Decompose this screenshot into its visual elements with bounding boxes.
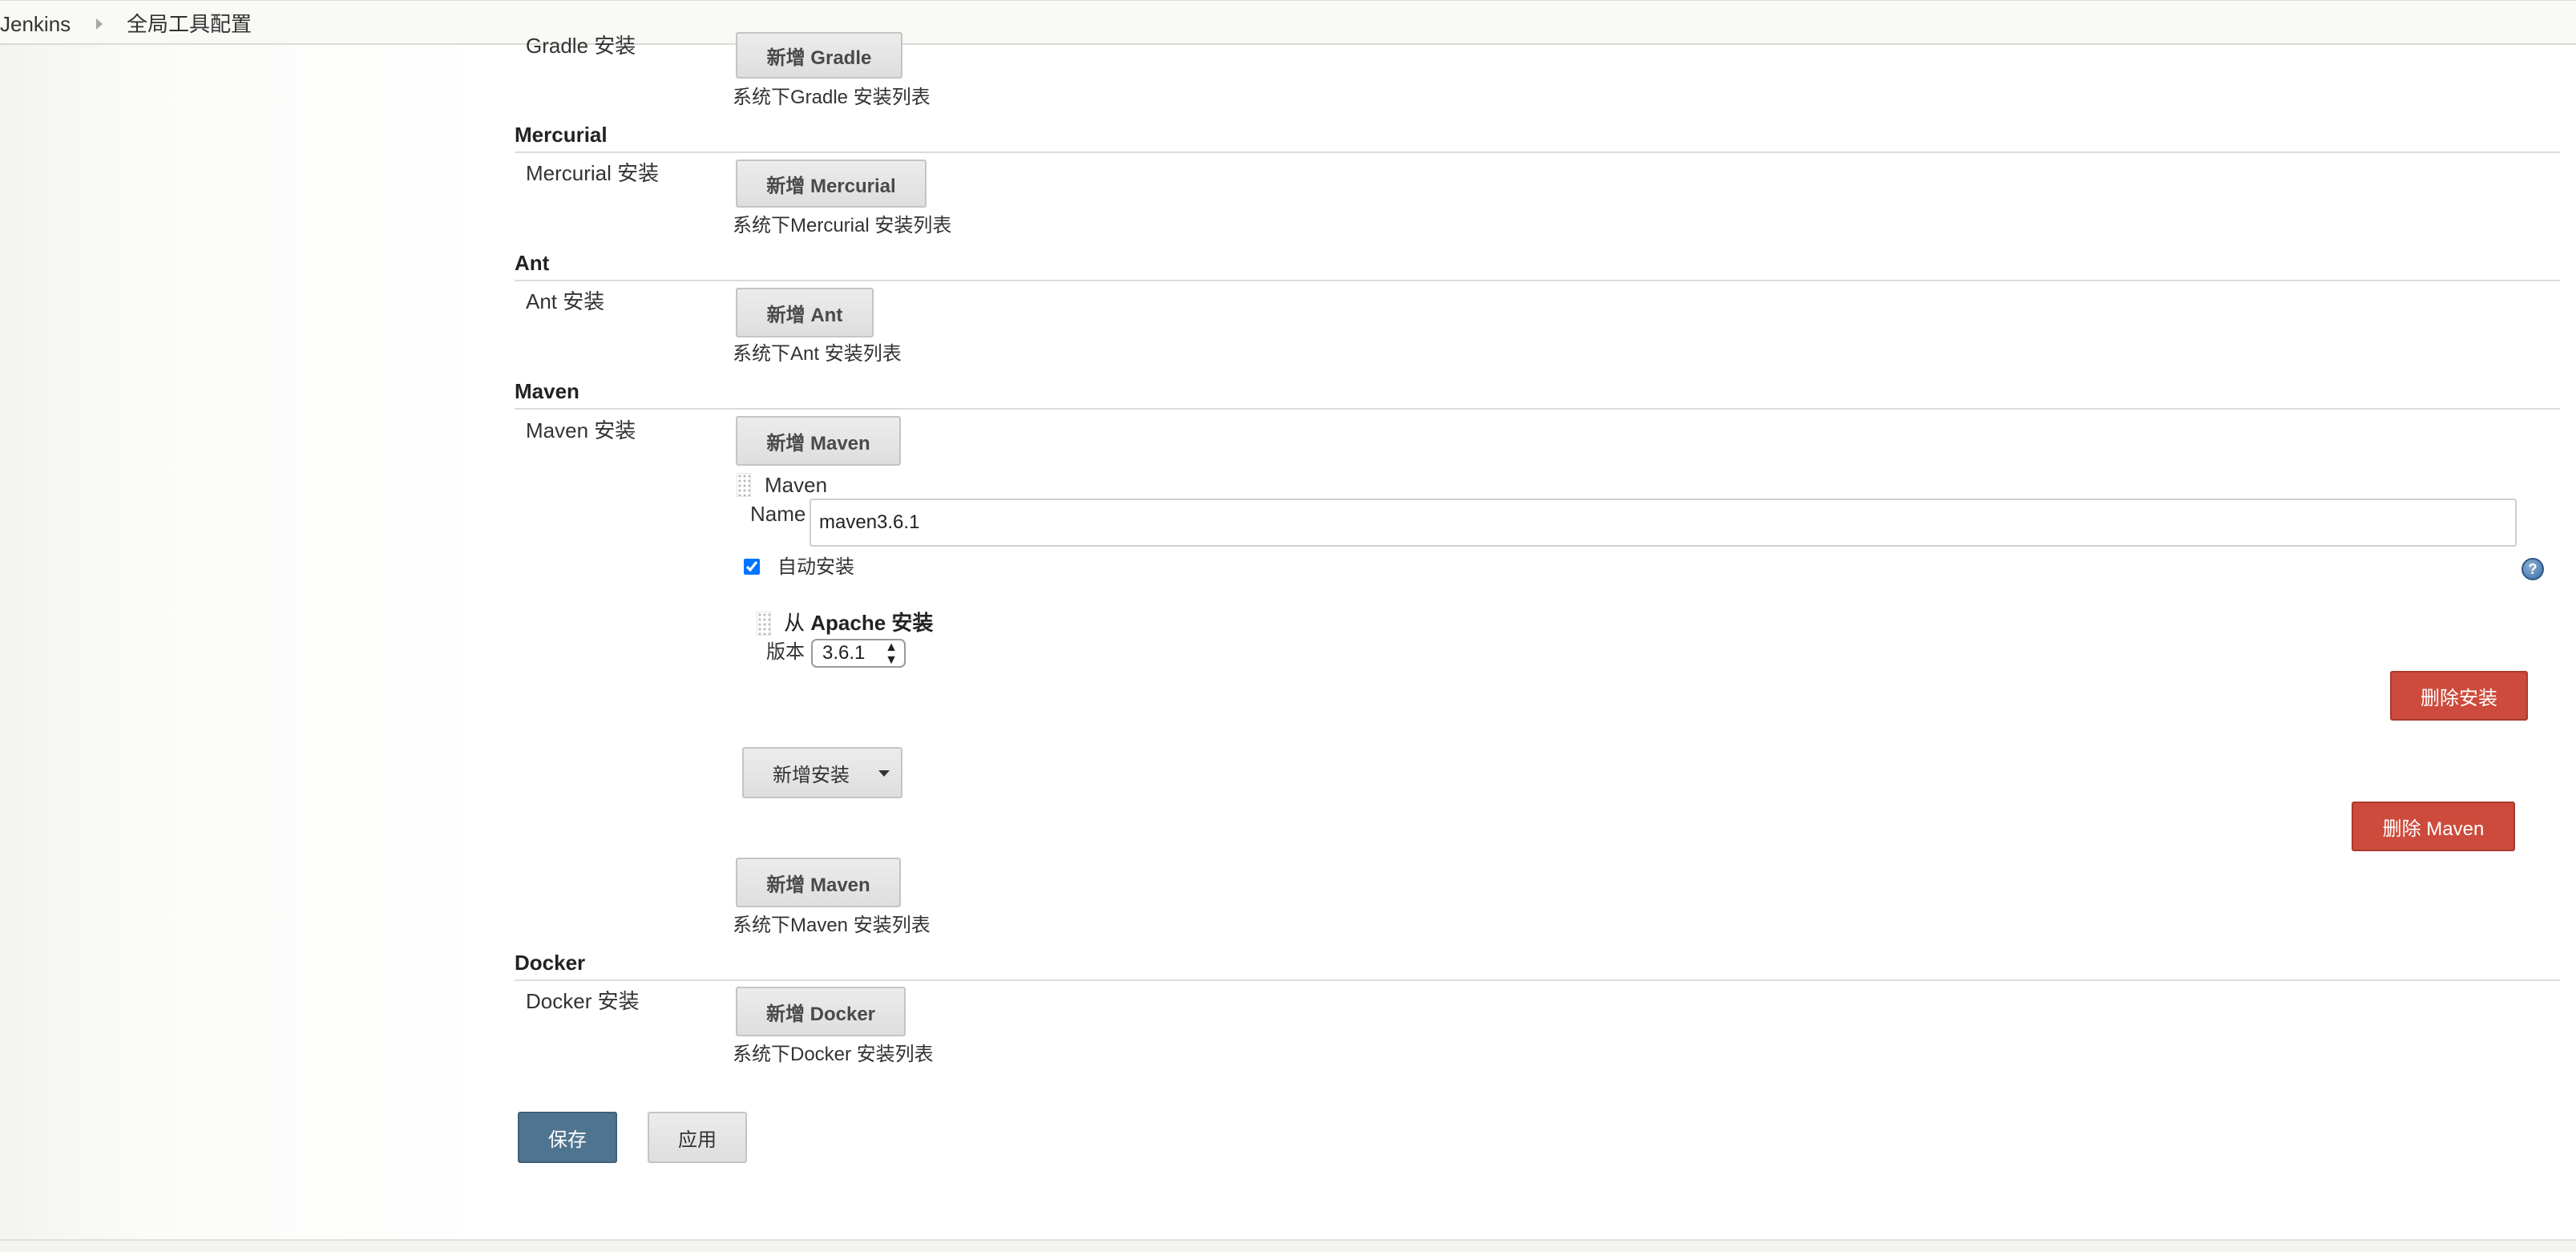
breadcrumb-home-link[interactable]: Jenkins bbox=[0, 12, 71, 36]
name-label: Name bbox=[750, 502, 806, 526]
ant-section-header: Ant bbox=[515, 251, 550, 275]
drag-handle-icon[interactable] bbox=[737, 473, 751, 497]
add-mercurial-button[interactable]: 新增 Mercurial bbox=[736, 160, 927, 208]
add-docker-button[interactable]: 新增 Docker bbox=[736, 987, 906, 1036]
section-divider bbox=[515, 151, 2560, 153]
footer bbox=[0, 1239, 2576, 1252]
version-label: 版本 bbox=[766, 641, 805, 663]
breadcrumb: Jenkins 全局工具配置 bbox=[0, 0, 2576, 45]
section-divider bbox=[515, 408, 2560, 410]
save-button[interactable]: 保存 bbox=[518, 1112, 617, 1163]
maven-description: 系统下Maven 安装列表 bbox=[733, 915, 931, 936]
ant-description: 系统下Ant 安装列表 bbox=[733, 343, 902, 365]
mercurial-section-header: Mercurial bbox=[515, 123, 608, 147]
installer-title-bold: Apache 安装 bbox=[810, 611, 934, 635]
side-panel bbox=[0, 45, 491, 1239]
mercurial-install-label: Mercurial 安装 bbox=[526, 161, 660, 185]
section-divider bbox=[515, 979, 2560, 981]
chevron-right-icon bbox=[96, 18, 103, 30]
docker-section-header: Docker bbox=[515, 951, 586, 975]
installer-title-prefix: 从 bbox=[784, 611, 811, 635]
add-maven-button[interactable]: 新增 Maven bbox=[736, 416, 901, 466]
version-select-value: 3.6.1 bbox=[822, 642, 866, 664]
help-icon[interactable]: ? bbox=[2521, 558, 2544, 580]
maven-name-input[interactable] bbox=[810, 499, 2517, 547]
auto-install-checkbox[interactable] bbox=[744, 559, 760, 575]
gradle-description: 系统下Gradle 安装列表 bbox=[733, 87, 931, 108]
breadcrumb-current: 全局工具配置 bbox=[127, 12, 252, 36]
auto-install-label: 自动安装 bbox=[777, 556, 854, 578]
gradle-install-label: Gradle 安装 bbox=[526, 34, 636, 58]
select-arrows-icon: ▲ ▼ bbox=[885, 640, 898, 667]
section-divider bbox=[515, 280, 2560, 281]
maven-section-header: Maven bbox=[515, 379, 579, 403]
installer-title: 从 Apache 安装 bbox=[784, 611, 933, 635]
delete-maven-button[interactable]: 删除 Maven bbox=[2352, 802, 2515, 851]
add-ant-button[interactable]: 新增 Ant bbox=[736, 288, 874, 337]
maven-install-label: Maven 安装 bbox=[526, 418, 636, 442]
add-installer-label: 新增安装 bbox=[773, 764, 850, 786]
add-gradle-button[interactable]: 新增 Gradle bbox=[736, 32, 902, 79]
ant-install-label: Ant 安装 bbox=[526, 289, 605, 313]
maven-installation-title: Maven bbox=[765, 473, 828, 497]
delete-installer-button[interactable]: 删除安装 bbox=[2390, 671, 2528, 721]
version-select[interactable]: 3.6.1 ▲ ▼ bbox=[811, 639, 906, 668]
caret-down-icon[interactable] bbox=[878, 770, 890, 777]
docker-install-label: Docker 安装 bbox=[526, 989, 640, 1013]
apply-button[interactable]: 应用 bbox=[648, 1112, 747, 1163]
docker-description: 系统下Docker 安装列表 bbox=[733, 1044, 934, 1065]
add-maven-button-bottom[interactable]: 新增 Maven bbox=[736, 858, 901, 907]
drag-handle-icon[interactable] bbox=[757, 612, 771, 636]
mercurial-description: 系统下Mercurial 安装列表 bbox=[733, 215, 952, 236]
